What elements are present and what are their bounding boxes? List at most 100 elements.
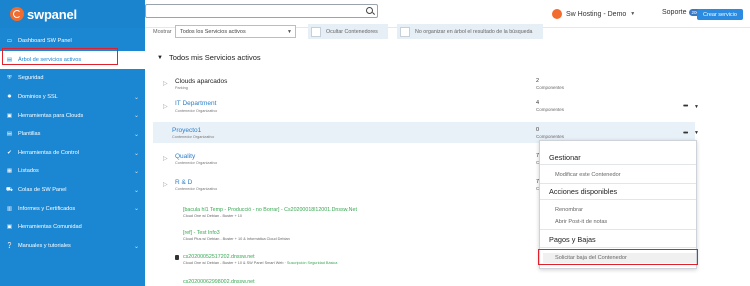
sidebar-item-9[interactable]: ▥ Informes y Certificados ⌄ <box>0 199 145 218</box>
report-icon: ▥ <box>6 205 13 212</box>
search-input[interactable] <box>145 4 378 18</box>
expand-icon[interactable]: ▷ <box>163 80 168 87</box>
create-service-button[interactable]: Crear servicio <box>697 9 743 20</box>
service-filter-select[interactable]: Todos los Servicios activos ▼ <box>175 25 296 38</box>
menu-group-title: Gestionar <box>549 153 581 162</box>
row-subtitle: Contenedor Organizativo <box>175 109 218 113</box>
check-circle-icon: ✔ <box>7 149 12 156</box>
list-icon: ▦ <box>6 168 13 175</box>
divider <box>540 229 696 230</box>
row-count-label: Componentes <box>536 107 565 112</box>
sidebar-item-label: Informes y Certificados <box>18 205 76 212</box>
chevron-down-icon[interactable]: ⌄ <box>134 131 139 138</box>
sidebar-item-2[interactable]: ⛨ Seguridad <box>0 69 145 88</box>
chevron-down-icon[interactable]: ⌄ <box>134 205 139 212</box>
divider <box>540 183 696 184</box>
brand-logo[interactable]: swpanel <box>0 0 145 28</box>
service-title[interactable]: [ref] - Test Info3 <box>183 230 220 236</box>
expand-icon[interactable]: ▷ <box>163 103 168 110</box>
service-subtitle: Cloud One w/ Debian - Buster + 10 & SW P… <box>183 261 338 265</box>
sidebar-item-0[interactable]: ▭ Dashboard SW Panel <box>0 32 145 51</box>
row-count: 4 <box>536 100 540 106</box>
chevron-down-icon[interactable]: ⌄ <box>134 168 139 175</box>
sidebar-item-6[interactable]: ✔ Herramientas de Control ⌄ <box>0 144 145 163</box>
chevron-down-icon[interactable]: ▼ <box>694 130 699 136</box>
row-subtitle: Parking <box>175 86 188 90</box>
service-title[interactable]: [bacula hl1 Temp - Producció - no Borrar… <box>183 207 357 213</box>
chevron-down-icon[interactable]: ⌄ <box>134 243 139 250</box>
sidebar-item-label: Seguridad <box>18 75 44 82</box>
community-icon: ▣ <box>6 224 13 231</box>
row-count: 0 <box>536 127 540 133</box>
checkbox[interactable] <box>311 26 321 37</box>
gear-icon: ✹ <box>7 94 12 101</box>
sidebar-item-10[interactable]: ▣ Herramientas Comunidad <box>0 218 145 237</box>
menu-item-postit[interactable]: Abrir Post-it de notas <box>555 219 607 225</box>
sidebar-item-label: Dominios y SSL <box>18 94 58 101</box>
table-row[interactable]: ▷ IT Department Contenedor Organizativo … <box>153 97 699 119</box>
expand-icon[interactable]: ▼ <box>157 55 163 61</box>
select-value: Todos los Servicios activos <box>180 29 246 35</box>
sidebar-item-8[interactable]: ⛟ Colas de SW Panel ⌄ <box>0 181 145 200</box>
sidebar-item-label: Herramientas de Control <box>18 149 79 156</box>
more-options-icon[interactable]: ••• <box>683 103 688 110</box>
row-title[interactable]: Proyecto1 <box>172 127 201 134</box>
row-count-label: Componentes <box>536 85 565 90</box>
chevron-down-icon[interactable]: ⌄ <box>134 112 139 119</box>
expand-icon[interactable]: ▷ <box>163 181 168 188</box>
dashboard-icon: ▭ <box>6 38 13 45</box>
sidebar-item-label: Árbol de servicios activos <box>18 56 82 63</box>
sidebar-item-1[interactable]: ▤ Árbol de servicios activos <box>0 50 145 70</box>
sidebar-item-label: Listados <box>18 168 39 175</box>
service-title[interactable]: cs20200052517202.dnssw.net <box>183 254 255 260</box>
divider <box>540 247 696 248</box>
no-tree-toggle[interactable]: No organizar en árbol el resultado de la… <box>397 24 543 39</box>
sidebar-item-5[interactable]: ▤ Plantillas ⌄ <box>0 125 145 144</box>
briefcase-icon: ▣ <box>6 112 13 119</box>
more-options-icon[interactable]: ••• <box>683 130 688 137</box>
menu-item-rename[interactable]: Renombrar <box>555 207 583 213</box>
divider <box>540 164 696 165</box>
sidebar-item-label: Manuales y tutoriales <box>18 242 71 249</box>
row-subtitle: Contenedor Organizativo <box>175 187 218 191</box>
menu-item-modify[interactable]: Modificar este Contenedor <box>555 172 621 178</box>
row-title[interactable]: IT Department <box>175 100 216 107</box>
row-count-label: Componentes <box>536 134 565 139</box>
hide-containers-toggle[interactable]: Ocultar Contenedores <box>308 24 388 39</box>
filter-bar: Mostrar Todos los Servicios activos ▼ Oc… <box>145 23 750 45</box>
service-item[interactable]: cs20200062998002.dnssw.net <box>153 276 695 286</box>
row-title[interactable]: Quality <box>175 153 195 160</box>
sidebar-item-label: Herramientas para Clouds <box>18 112 84 119</box>
show-label: Mostrar <box>153 29 172 35</box>
sidebar-item-label: Plantillas <box>18 131 41 138</box>
table-row[interactable]: ▷ Clouds aparcados Parking 2 Componentes <box>153 75 695 95</box>
sidebar-item-4[interactable]: ▣ Herramientas para Clouds ⌄ <box>0 106 145 125</box>
sidebar-item-3[interactable]: ✹ Dominios y SSL ⌄ <box>0 88 145 107</box>
sidebar-item-7[interactable]: ▦ Listados ⌄ <box>0 162 145 181</box>
service-subtitle: Cloud Plus w/ Debian - Buster + 10 & Inf… <box>183 237 290 241</box>
account-menu[interactable]: Sw Hosting - Demo ▼ <box>552 9 635 19</box>
help-icon: ❔ <box>6 242 13 249</box>
no-tree-label: No organizar en árbol el resultado de la… <box>415 28 533 35</box>
checkbox[interactable] <box>400 26 410 37</box>
chevron-down-icon[interactable]: ⌄ <box>134 150 139 157</box>
hide-containers-label: Ocultar Contenedores <box>326 28 378 35</box>
sidebar-item-label: Colas de SW Panel <box>18 187 67 194</box>
menu-item-request-drop[interactable]: Solicitar baja del Contenedor <box>543 253 696 263</box>
expand-icon[interactable]: ▷ <box>163 155 168 162</box>
section-title[interactable]: ▼ Todos mis Servicios activos <box>157 53 261 62</box>
chevron-down-icon[interactable]: ⌄ <box>134 94 139 101</box>
row-title[interactable]: Clouds aparcados <box>175 78 227 85</box>
row-count: 2 <box>536 78 540 84</box>
service-subtitle: Cloud One w/ Debian - Buster + 10 <box>183 214 242 218</box>
service-title[interactable]: cs20200062998002.dnssw.net <box>183 279 255 285</box>
flag-icon <box>175 255 179 260</box>
row-subtitle: Contenedor Organizativo <box>172 135 215 139</box>
sidebar-item-11[interactable]: ❔ Manuales y tutoriales ⌄ <box>0 237 145 256</box>
tree-icon: ▤ <box>6 56 13 63</box>
chevron-down-icon[interactable]: ⌄ <box>134 187 139 194</box>
row-title[interactable]: R & D <box>175 179 192 186</box>
support-label: Soporte <box>662 9 687 16</box>
search-icon[interactable] <box>366 7 373 14</box>
chevron-down-icon[interactable]: ▼ <box>694 104 699 110</box>
